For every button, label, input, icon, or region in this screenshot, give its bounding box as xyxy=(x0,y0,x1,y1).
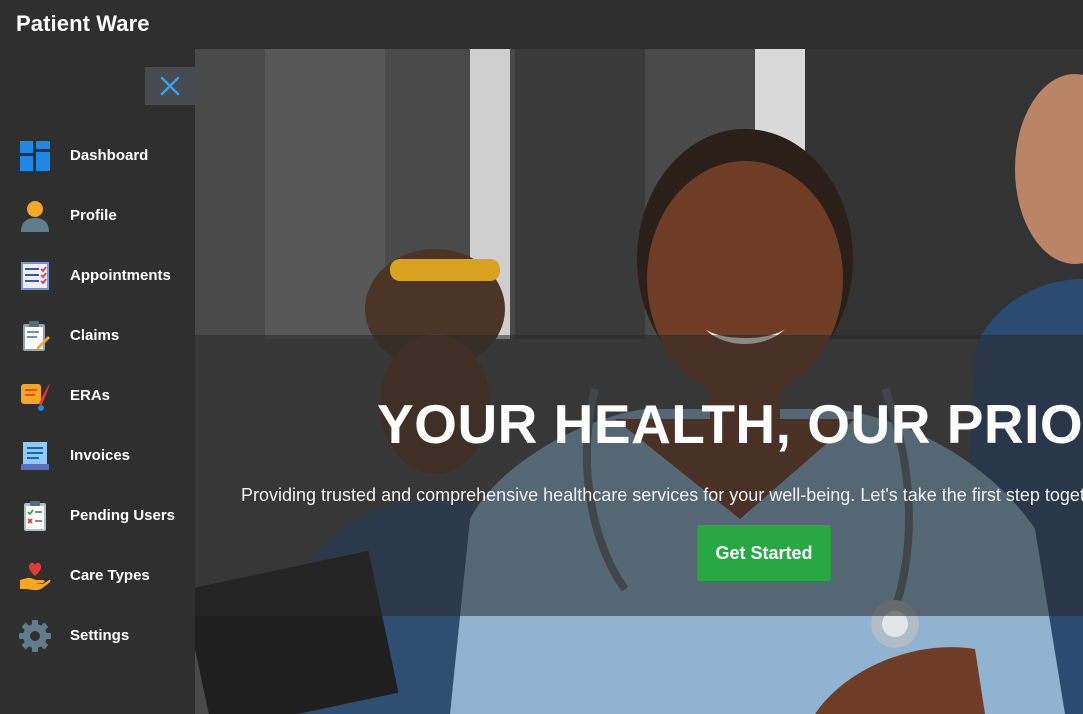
get-started-button[interactable]: Get Started xyxy=(697,525,831,581)
sidebar-item-label: Profile xyxy=(70,207,117,224)
sidebar-item-claims[interactable]: Claims xyxy=(0,306,195,366)
sidebar-item-label: Claims xyxy=(70,327,120,344)
sidebar: Dashboard Profile Appointments Claims ER… xyxy=(0,49,195,714)
dashboard-icon xyxy=(17,138,53,174)
sidebar-item-settings[interactable]: Settings xyxy=(0,606,195,666)
hero-banner: YOUR HEALTH, OUR PRIORITY Providing trus… xyxy=(195,49,1083,714)
pending-list-icon xyxy=(17,498,53,534)
hero-overlay xyxy=(195,335,1083,616)
sidebar-item-appointments[interactable]: Appointments xyxy=(0,246,195,306)
sidebar-item-eras[interactable]: ERAs xyxy=(0,366,195,426)
app-title: Patient Ware xyxy=(16,11,150,36)
clipboard-edit-icon xyxy=(17,318,53,354)
sidebar-item-label: ERAs xyxy=(70,387,111,404)
hero-subtitle: Providing trusted and comprehensive heal… xyxy=(241,485,1083,505)
scroll-quill-icon xyxy=(17,378,53,414)
close-icon xyxy=(160,76,180,96)
invoice-icon xyxy=(17,438,53,474)
user-icon xyxy=(17,198,53,234)
top-bar: Patient Ware xyxy=(0,0,1083,49)
sidebar-item-care-types[interactable]: Care Types xyxy=(0,546,195,606)
sidebar-item-label: Dashboard xyxy=(70,147,149,164)
sidebar-item-pending-users[interactable]: Pending Users xyxy=(0,486,195,546)
sidebar-item-profile[interactable]: Profile xyxy=(0,186,195,246)
sidebar-item-label: Appointments xyxy=(70,267,171,284)
sidebar-close-button[interactable] xyxy=(145,67,195,105)
checklist-icon xyxy=(17,258,53,294)
sidebar-item-dashboard[interactable]: Dashboard xyxy=(0,126,195,186)
sidebar-item-label: Settings xyxy=(70,627,130,644)
gear-icon xyxy=(17,618,53,654)
sidebar-item-label: Care Types xyxy=(70,567,150,584)
sidebar-item-invoices[interactable]: Invoices xyxy=(0,426,195,486)
sidebar-item-label: Pending Users xyxy=(70,507,176,524)
hero-title: YOUR HEALTH, OUR PRIORITY xyxy=(377,393,1083,455)
sidebar-item-label: Invoices xyxy=(70,447,131,464)
sidebar-nav: Dashboard Profile Appointments Claims ER… xyxy=(0,126,195,666)
hand-heart-icon xyxy=(17,558,53,594)
